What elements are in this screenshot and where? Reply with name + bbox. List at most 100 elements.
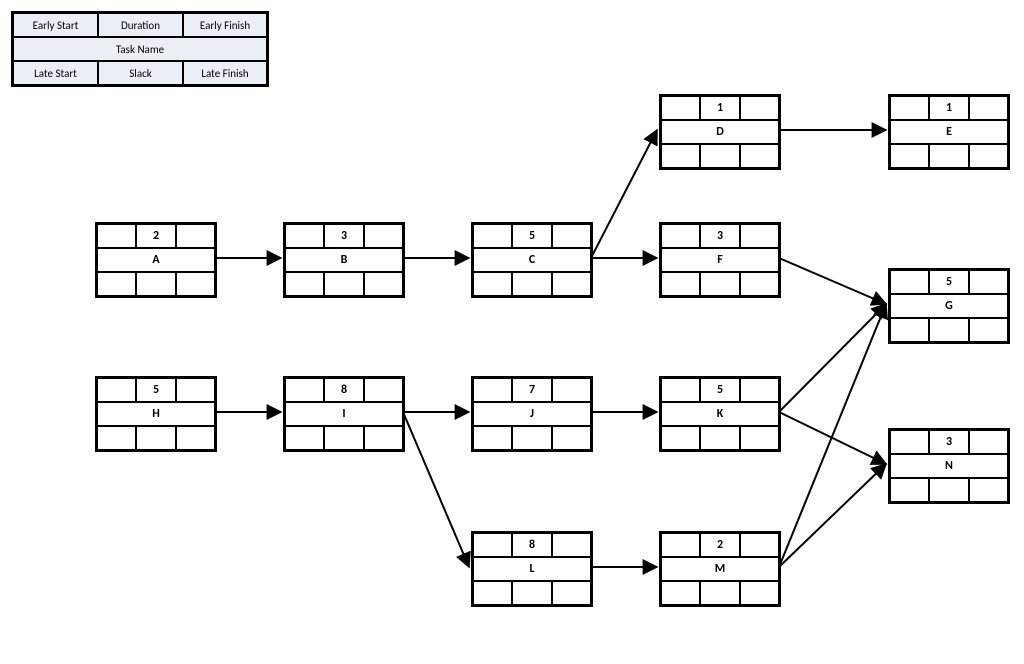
cell-early-start: [890, 96, 929, 120]
cell-late-start: [473, 272, 512, 296]
cell-early-finish: [740, 96, 779, 120]
cell-late-start: [473, 581, 512, 605]
edge-M-N: [779, 464, 886, 567]
cell-late-start: [473, 426, 512, 450]
cell-early-start: [661, 533, 700, 557]
cell-duration: 3: [700, 224, 740, 248]
cell-slack: [700, 272, 740, 296]
cell-early-finish: [969, 270, 1008, 294]
cell-task-name: A: [97, 248, 215, 272]
cell-duration: 1: [929, 96, 969, 120]
task-node-J: 7J: [471, 376, 593, 452]
cell-early-start: [473, 378, 512, 402]
cell-task-name: F: [661, 248, 779, 272]
cell-early-start: [661, 224, 700, 248]
edge-I-L: [403, 412, 469, 567]
cell-late-finish: [740, 144, 779, 168]
cell-slack: [136, 426, 176, 450]
cell-early-start: [473, 533, 512, 557]
task-node-C: 5C: [471, 222, 593, 298]
cell-duration: 5: [700, 378, 740, 402]
task-node-H: 5H: [95, 376, 217, 452]
cell-early-start: [661, 96, 700, 120]
cell-late-start: [97, 272, 136, 296]
cell-task-name: M: [661, 557, 779, 581]
cell-late-start: [890, 318, 929, 342]
cell-late-start: [890, 478, 929, 502]
cell-late-start: [285, 272, 324, 296]
task-node-D: 1D: [659, 94, 781, 170]
cell-early-finish: [969, 430, 1008, 454]
cell-slack: [324, 426, 364, 450]
cell-duration: 3: [929, 430, 969, 454]
cell-early-finish: [552, 533, 591, 557]
cell-early-finish: [176, 224, 215, 248]
cell-late-finish: [364, 272, 403, 296]
cell-late-start: [661, 272, 700, 296]
cell-early-finish: [740, 224, 779, 248]
edge-C-D: [591, 130, 657, 258]
cell-late-finish: [364, 426, 403, 450]
task-node-F: 3F: [659, 222, 781, 298]
cell-late-finish: [176, 272, 215, 296]
cell-task-name: G: [890, 294, 1008, 318]
task-node-K: 5K: [659, 376, 781, 452]
cell-late-finish: [969, 478, 1008, 502]
cell-early-start: [285, 378, 324, 402]
task-node-G: 5G: [888, 268, 1010, 344]
edge-F-G: [779, 258, 886, 304]
cell-late-finish: [552, 272, 591, 296]
edge-M-G: [779, 304, 886, 567]
cell-slack: [929, 478, 969, 502]
cell-task-name: D: [661, 120, 779, 144]
cell-late-finish: [740, 426, 779, 450]
cell-early-start: [473, 224, 512, 248]
cell-late-finish: [969, 144, 1008, 168]
cell-late-start: [97, 426, 136, 450]
cell-late-finish: [552, 581, 591, 605]
cell-task-name: E: [890, 120, 1008, 144]
task-node-L: 8L: [471, 531, 593, 607]
cell-slack: [700, 144, 740, 168]
task-node-B: 3B: [283, 222, 405, 298]
cell-slack: [512, 581, 552, 605]
cell-early-start: [285, 224, 324, 248]
cell-slack: [136, 272, 176, 296]
cell-early-start: [890, 270, 929, 294]
cell-task-name: I: [285, 402, 403, 426]
cell-slack: [324, 272, 364, 296]
cell-late-start: [661, 581, 700, 605]
task-node-M: 2M: [659, 531, 781, 607]
edge-K-G: [779, 304, 886, 412]
cell-duration: 5: [929, 270, 969, 294]
cell-early-finish: [552, 224, 591, 248]
cell-early-finish: [740, 378, 779, 402]
cell-duration: 1: [700, 96, 740, 120]
cell-early-finish: [552, 378, 591, 402]
cell-early-start: [890, 430, 929, 454]
cell-duration: 8: [512, 533, 552, 557]
cell-early-finish: [364, 378, 403, 402]
cell-early-start: [97, 224, 136, 248]
cell-task-name: B: [285, 248, 403, 272]
cell-late-finish: [969, 318, 1008, 342]
cell-duration: 5: [136, 378, 176, 402]
cell-duration: 8: [324, 378, 364, 402]
cell-slack: [929, 144, 969, 168]
task-node-N: 3N: [888, 428, 1010, 504]
cell-early-finish: [176, 378, 215, 402]
cell-task-name: K: [661, 402, 779, 426]
cell-slack: [512, 426, 552, 450]
cell-late-start: [890, 144, 929, 168]
cell-task-name: J: [473, 402, 591, 426]
cell-duration: 5: [512, 224, 552, 248]
cell-duration: 2: [700, 533, 740, 557]
cell-slack: [700, 426, 740, 450]
cell-late-start: [661, 426, 700, 450]
cell-slack: [929, 318, 969, 342]
cell-slack: [512, 272, 552, 296]
cell-duration: 2: [136, 224, 176, 248]
cell-early-start: [97, 378, 136, 402]
cell-late-start: [285, 426, 324, 450]
cell-late-finish: [740, 272, 779, 296]
